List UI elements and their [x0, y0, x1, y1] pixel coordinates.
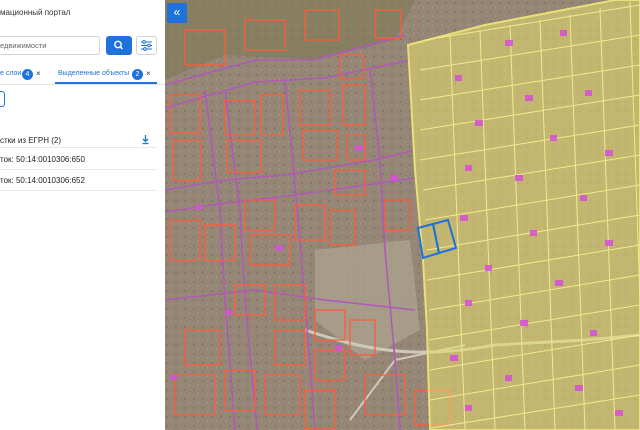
- list-item[interactable]: ток: 50:14:0010306:652: [0, 170, 157, 190]
- close-icon[interactable]: ×: [36, 69, 41, 78]
- portal-title: мационный портал: [0, 8, 71, 17]
- group-title: стки из ЕГРН (2): [0, 136, 61, 145]
- side-panel: мационный портал едвижимости е слои 4 × …: [0, 0, 166, 430]
- map-canvas[interactable]: [165, 0, 640, 430]
- search-button[interactable]: [106, 36, 132, 55]
- action-button[interactable]: [0, 91, 5, 107]
- tab-selected-count: 2: [132, 69, 143, 80]
- list-item-label: ток: 50:14:0010306:650: [0, 155, 85, 164]
- list-item[interactable]: ток: 50:14:0010306:650: [0, 148, 157, 169]
- filter-icon: [141, 40, 152, 51]
- collapse-panel-button[interactable]: «: [167, 3, 187, 23]
- tab-layers[interactable]: е слои 4 ×: [0, 65, 46, 83]
- search-placeholder: едвижимости: [0, 41, 47, 50]
- divider: [0, 84, 165, 85]
- tab-selected-label: Выделенные объекты: [58, 70, 130, 77]
- close-icon[interactable]: ×: [146, 69, 151, 78]
- tab-layers-label: е слои: [0, 70, 22, 77]
- yellow-zone: [406, 0, 640, 430]
- tab-selected-objects[interactable]: Выделенные объекты 2 ×: [55, 65, 157, 83]
- filter-button[interactable]: [136, 36, 157, 55]
- list-item-label: ток: 50:14:0010306:652: [0, 176, 85, 185]
- divider: [0, 190, 157, 191]
- double-chevron-left-icon: «: [173, 5, 181, 19]
- map-view[interactable]: [165, 0, 640, 430]
- search-icon: [114, 40, 124, 50]
- download-icon[interactable]: [141, 134, 150, 145]
- tab-layers-count: 4: [22, 69, 33, 80]
